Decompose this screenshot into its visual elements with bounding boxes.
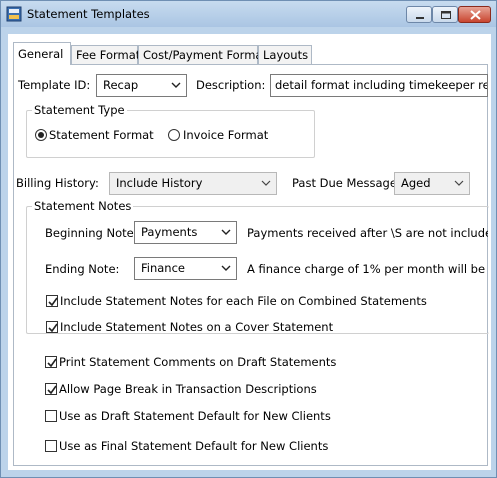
final-default-new-clients-checkbox[interactable] [45, 440, 57, 452]
window-title: Statement Templates [27, 7, 150, 21]
billing-history-combo[interactable]: Include History [109, 172, 277, 195]
final-default-new-clients-label[interactable]: Use as Final Statement Default for New C… [59, 439, 328, 453]
past-due-message-label: Past Due Message: [292, 176, 401, 190]
ending-note-text: A finance charge of 1% per month will be… [247, 262, 488, 276]
draft-default-new-clients-checkbox[interactable] [45, 410, 57, 422]
billing-history-label: Billing History: [16, 176, 99, 190]
checkmark-icon [47, 358, 57, 368]
maximize-icon [441, 11, 451, 19]
print-comments-draft-checkbox[interactable] [45, 356, 57, 368]
ending-note-label: Ending Note: [45, 262, 120, 276]
tab-label: Layouts [263, 48, 309, 62]
beginning-note-text: Payments received after \S are not inclu… [247, 226, 488, 240]
include-notes-combined-checkbox[interactable] [46, 295, 58, 307]
app-icon [6, 6, 22, 22]
tab-general[interactable]: General [13, 42, 71, 65]
template-id-label: Template ID: [18, 78, 91, 92]
statement-format-label[interactable]: Statement Format [49, 128, 154, 142]
close-button[interactable] [458, 6, 491, 23]
allow-page-break-label[interactable]: Allow Page Break in Transaction Descript… [59, 382, 317, 396]
radio-selected-dot [38, 132, 44, 138]
maximize-button[interactable] [432, 6, 458, 23]
dialog-body: General Fee Format Cost/Payment Format L… [8, 34, 491, 470]
chevron-down-icon [221, 265, 231, 271]
general-tab-page: Template ID: Recap Description: detail f… [13, 64, 489, 466]
tab-label: General [18, 47, 64, 61]
statement-notes-group-label: Statement Notes [32, 199, 134, 213]
checkmark-icon [47, 385, 57, 395]
description-value: detail format including timekeeper recap [275, 78, 488, 92]
tab-fee-format[interactable]: Fee Format [71, 45, 141, 64]
ending-note-value: Finance [141, 261, 185, 275]
tab-cost-payment-format[interactable]: Cost/Payment Format [138, 45, 267, 64]
past-due-message-combo[interactable]: Aged [394, 172, 470, 195]
draft-default-new-clients-label[interactable]: Use as Draft Statement Default for New C… [59, 409, 331, 423]
checkmark-icon [48, 323, 58, 333]
chevron-down-icon [221, 229, 231, 235]
include-notes-combined-label[interactable]: Include Statement Notes for each File on… [60, 294, 427, 308]
allow-page-break-checkbox[interactable] [45, 383, 57, 395]
tab-label: Cost/Payment Format [143, 48, 267, 62]
print-comments-draft-label[interactable]: Print Statement Comments on Draft Statem… [59, 355, 336, 369]
tab-label: Fee Format [76, 48, 141, 62]
title-bar[interactable]: Statement Templates [1, 1, 496, 27]
checkmark-icon [48, 297, 58, 307]
beginning-note-label: Beginning Note: [45, 226, 138, 240]
description-label: Description: [196, 78, 266, 92]
minimize-icon [416, 17, 424, 19]
invoice-format-radio[interactable] [168, 129, 180, 141]
description-field[interactable]: detail format including timekeeper recap [270, 74, 488, 97]
past-due-message-value: Aged [401, 176, 431, 190]
billing-history-value: Include History [116, 176, 203, 190]
include-notes-cover-label[interactable]: Include Statement Notes on a Cover State… [60, 320, 333, 334]
tab-layouts[interactable]: Layouts [258, 45, 312, 64]
close-icon [470, 10, 481, 20]
invoice-format-label[interactable]: Invoice Format [183, 128, 268, 142]
template-id-value: Recap [103, 78, 139, 92]
statement-format-radio[interactable] [35, 129, 47, 141]
ending-note-combo[interactable]: Finance [134, 257, 237, 280]
beginning-note-value: Payments [141, 225, 198, 239]
template-id-combo[interactable]: Recap [96, 74, 187, 97]
chevron-down-icon [261, 180, 271, 186]
beginning-note-combo[interactable]: Payments [134, 221, 237, 244]
statement-templates-window: Statement Templates General Fee Format C… [0, 0, 497, 478]
chevron-down-icon [454, 180, 464, 186]
minimize-button[interactable] [406, 6, 432, 23]
statement-type-group-label: Statement Type [32, 103, 127, 117]
chevron-down-icon [171, 82, 181, 88]
include-notes-cover-checkbox[interactable] [46, 321, 58, 333]
